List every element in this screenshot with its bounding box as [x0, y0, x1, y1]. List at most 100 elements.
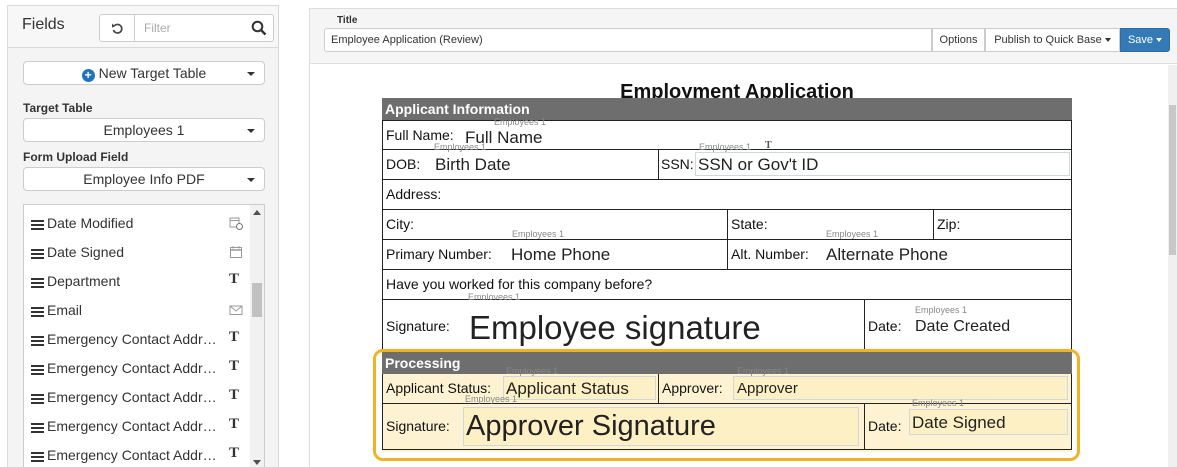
fields-header: Fields — [8, 6, 278, 48]
alternate-phone-field[interactable]: Alternate Phone — [826, 245, 948, 265]
date-created-field[interactable]: Date Created — [915, 318, 1010, 336]
form-upload-field-select[interactable]: Employee Info PDF — [23, 167, 265, 191]
scroll-down-icon[interactable] — [253, 460, 261, 465]
form-row: Have you worked for this company before?… — [382, 270, 1072, 302]
list-item[interactable]: Email — [24, 297, 248, 326]
target-table-value: Employees 1 — [103, 122, 185, 138]
scroll-thumb[interactable] — [252, 283, 262, 317]
field-label: Zip: — [937, 216, 961, 232]
drag-handle-icon[interactable] — [31, 220, 44, 230]
filter-box — [134, 14, 274, 42]
drag-handle-icon[interactable] — [31, 249, 44, 259]
email-icon — [229, 305, 243, 315]
drag-handle-icon[interactable] — [31, 394, 44, 404]
title-label: Title — [337, 15, 358, 26]
text-type-icon: T — [229, 271, 240, 287]
zip-cell: Zip: — [933, 210, 1073, 239]
field-name: Emergency Contact Addr… — [47, 418, 217, 434]
list-item[interactable]: Department T — [24, 268, 248, 297]
home-phone-field[interactable]: Home Phone — [511, 245, 610, 265]
chevron-down-icon — [247, 129, 255, 133]
field-name: Department — [47, 273, 121, 289]
drag-handle-icon[interactable] — [31, 336, 44, 346]
question-label: Have you worked for this company before? — [386, 276, 653, 292]
target-table-label: Target Table — [23, 101, 93, 115]
search-icon[interactable] — [251, 20, 267, 36]
text-type-icon: T — [229, 329, 240, 345]
scroll-thumb[interactable] — [1169, 105, 1176, 255]
alt-number-cell: Alt. Number: Alternate Phone — [727, 240, 1073, 269]
fields-title: Fields — [22, 16, 65, 33]
processing-highlight-border — [373, 349, 1080, 461]
text-type-icon: T — [229, 358, 240, 374]
drag-handle-icon[interactable] — [31, 278, 44, 288]
form-row: Primary Number: Home Phone Alt. Number: … — [382, 240, 1072, 270]
field-tag: Employees 1 — [434, 142, 487, 152]
calendar-icon — [230, 246, 242, 258]
list-item[interactable]: Emergency Contact Addr… T — [24, 413, 248, 442]
text-type-icon: T — [229, 445, 240, 461]
filter-input[interactable] — [135, 15, 243, 41]
field-name: Date Signed — [47, 244, 125, 260]
drag-handle-icon[interactable] — [31, 307, 44, 317]
list-item[interactable]: Emergency Contact Addr… T — [24, 355, 248, 384]
list-item[interactable]: Date Signed — [24, 239, 248, 268]
scroll-up-icon[interactable] — [253, 210, 261, 215]
text-type-icon: T — [765, 140, 772, 151]
employee-signature-field[interactable]: Employee signature — [469, 309, 761, 347]
target-table-select[interactable]: Employees 1 — [23, 118, 265, 142]
drag-handle-icon[interactable] — [31, 365, 44, 375]
field-label: Date: — [868, 318, 902, 334]
list-item[interactable]: Emergency Contact Addr… T — [24, 384, 248, 413]
title-bar: Title Employee Application (Review) Opti… — [310, 9, 1177, 64]
field-label: Signature: — [386, 318, 450, 334]
field-label: Alt. Number: — [731, 246, 809, 262]
publish-button[interactable]: Publish to Quick Base — [985, 28, 1120, 52]
field-tag: Employees 1 — [915, 305, 968, 315]
form-row: Signature: Employee signature Date: Empl… — [382, 300, 1072, 352]
list-item[interactable]: Emergency Contact Addr… T — [24, 442, 248, 467]
text-type-icon: T — [229, 416, 240, 432]
chevron-down-icon — [247, 178, 255, 182]
plus-circle-icon: + — [81, 69, 95, 82]
form-row: City: Employees 1 State: Employees 1 Zip… — [382, 210, 1072, 240]
field-name: Email — [47, 302, 83, 318]
new-target-table-label: New Target Table — [98, 65, 207, 81]
field-label: DOB: — [386, 156, 421, 172]
field-tag: Employees 1 — [494, 117, 547, 127]
reset-button[interactable] — [99, 14, 135, 42]
text-type-icon: T — [229, 387, 240, 403]
canvas-scrollbar[interactable] — [1168, 65, 1177, 467]
field-name: Emergency Contact Addr… — [47, 389, 217, 405]
field-tag: Employees 1 — [512, 229, 565, 239]
chevron-down-icon — [1104, 38, 1111, 42]
field-label: Address: — [386, 186, 442, 202]
options-button[interactable]: Options — [932, 28, 985, 52]
drag-handle-icon[interactable] — [31, 423, 44, 433]
field-list-scrollbar[interactable] — [250, 205, 264, 467]
title-input[interactable]: Employee Application (Review) — [324, 28, 932, 52]
state-cell: State: Employees 1 — [727, 210, 933, 239]
field-tag: Employees 1 — [826, 229, 879, 239]
field-label: Full Name: — [386, 127, 454, 143]
chevron-down-icon — [247, 72, 255, 76]
ssn-field[interactable]: SSN or Gov't ID — [698, 155, 818, 175]
publish-label: Publish to Quick Base — [994, 34, 1102, 46]
list-item[interactable]: Emergency Contact Addr… T — [24, 326, 248, 355]
field-name: Emergency Contact Addr… — [47, 447, 217, 463]
field-label: City: — [386, 216, 414, 232]
list-item[interactable]: Date Modified — [24, 210, 248, 239]
field-list: Date Modified Date Signed Department T E… — [23, 204, 265, 467]
drag-handle-icon[interactable] — [31, 452, 44, 462]
section-header-applicant: Applicant Information — [382, 98, 1072, 120]
date-cell: Date: Employees 1 Date Created — [864, 300, 1073, 351]
new-target-table-button[interactable]: + New Target Table — [23, 61, 265, 85]
field-label: State: — [731, 216, 768, 232]
save-button[interactable]: Save — [1120, 28, 1170, 52]
form-row: Address: — [382, 180, 1072, 210]
field-name: Emergency Contact Addr… — [47, 360, 217, 376]
birth-date-field[interactable]: Birth Date — [435, 155, 511, 175]
field-name: Emergency Contact Addr… — [47, 331, 217, 347]
fields-panel: Fields +New Target Table Target Table Em… — [7, 5, 279, 467]
ssn-cell: SSN: Employees 1 T SSN or Gov't ID — [658, 140, 1073, 179]
